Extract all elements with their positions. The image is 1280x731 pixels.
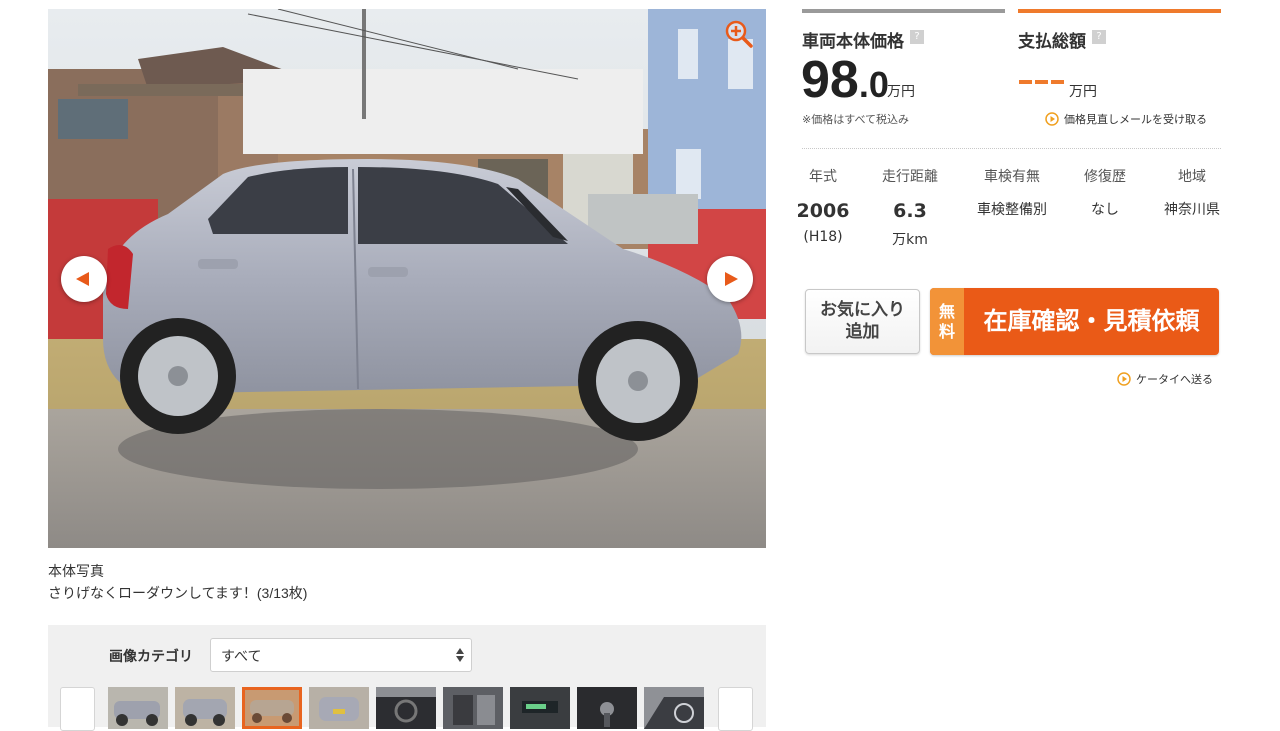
inquiry-button-label: 在庫確認・見積依頼 — [983, 307, 1200, 335]
send-to-mobile-text: ケータイへ送る — [1136, 373, 1213, 386]
next-arrow-icon — [725, 272, 738, 286]
vehicle-price-label: 車両本体価格 — [802, 32, 904, 52]
vehicle-price-unit: 万円 — [887, 84, 915, 100]
free-badge-line2: 料 — [938, 322, 955, 341]
thumbnail-3[interactable] — [242, 687, 302, 729]
price-review-mail-text: 価格見直しメールを受け取る — [1064, 113, 1207, 126]
thumbnail-9[interactable] — [644, 687, 704, 729]
spec-header-year: 年式 — [809, 169, 837, 185]
spec-header-repair: 修復歴 — [1084, 169, 1126, 185]
play-circle-icon — [1045, 112, 1059, 126]
spec-region: 神奈川県 — [1164, 202, 1220, 218]
image-category-select[interactable]: すべて — [210, 638, 472, 672]
vehicle-price-decimal: .0 — [858, 64, 889, 105]
vehicle-price-value: 98.0 — [801, 50, 889, 110]
spec-mileage-unit: 万km — [892, 232, 928, 248]
total-price-label: 支払総額 — [1018, 32, 1086, 52]
spec-repair: なし — [1091, 202, 1119, 218]
photo-caption-text: さりげなくローダウンしてます！(3/13枚) — [48, 585, 308, 601]
total-price-dashes — [1019, 80, 1065, 88]
thumbnail-prev-button[interactable] — [60, 687, 95, 731]
spec-inspection: 車検整備別 — [977, 202, 1047, 218]
thumbnail-6[interactable] — [443, 687, 503, 729]
image-category-selected: すべて — [221, 649, 262, 665]
total-price-unit: 万円 — [1069, 84, 1097, 100]
vehicle-price-help-icon[interactable]: ? — [910, 30, 924, 44]
spec-mileage: 6.3 — [893, 200, 927, 222]
play-circle-icon — [1117, 372, 1131, 386]
vehicle-price-tab-bar — [802, 9, 1005, 13]
thumbnail-2[interactable] — [175, 687, 235, 729]
spec-header-inspection: 車検有無 — [984, 169, 1040, 185]
loading-placeholder-area — [802, 400, 1221, 727]
spec-header-region: 地域 — [1178, 169, 1206, 185]
spec-header-mileage: 走行距離 — [882, 169, 938, 185]
prev-photo-button[interactable] — [61, 256, 107, 302]
add-favorite-line1: お気に入り — [820, 300, 905, 320]
send-to-mobile-link[interactable]: ケータイへ送る — [1117, 371, 1213, 387]
vehicle-price-integer: 98 — [801, 51, 859, 109]
thumbnail-5[interactable] — [376, 687, 436, 729]
select-updown-icon — [456, 648, 464, 662]
add-favorite-button[interactable]: お気に入り 追加 — [805, 289, 920, 354]
image-category-panel: 画像カテゴリ すべて — [48, 625, 766, 731]
image-category-label: 画像カテゴリ — [109, 649, 193, 665]
thumbnail-next-button[interactable] — [718, 687, 753, 731]
spec-divider — [802, 148, 1221, 149]
add-favorite-line2: 追加 — [845, 322, 880, 342]
free-badge-line1: 無 — [938, 302, 955, 321]
total-price-tab-bar — [1018, 9, 1221, 13]
price-review-mail-link[interactable]: 価格見直しメールを受け取る — [1045, 111, 1207, 127]
inquiry-button[interactable]: 無 料 在庫確認・見積依頼 — [930, 288, 1219, 355]
prev-arrow-icon — [76, 272, 89, 286]
thumbnail-7[interactable] — [510, 687, 570, 729]
thumbnail-1[interactable] — [108, 687, 168, 729]
zoom-in-icon[interactable] — [724, 19, 754, 49]
free-badge: 無 料 — [930, 288, 964, 355]
spec-year: 2006 — [796, 200, 850, 222]
spec-year-jp: (H18) — [803, 229, 843, 245]
thumbnail-4[interactable] — [309, 687, 369, 729]
next-photo-button[interactable] — [707, 256, 753, 302]
thumbnail-8[interactable] — [577, 687, 637, 729]
tax-note: ※価格はすべて税込み — [802, 113, 910, 126]
total-price-help-icon[interactable]: ? — [1092, 30, 1106, 44]
car-photo-image — [48, 9, 766, 548]
main-car-photo[interactable] — [48, 9, 766, 548]
photo-caption-title: 本体写真 — [48, 563, 104, 579]
